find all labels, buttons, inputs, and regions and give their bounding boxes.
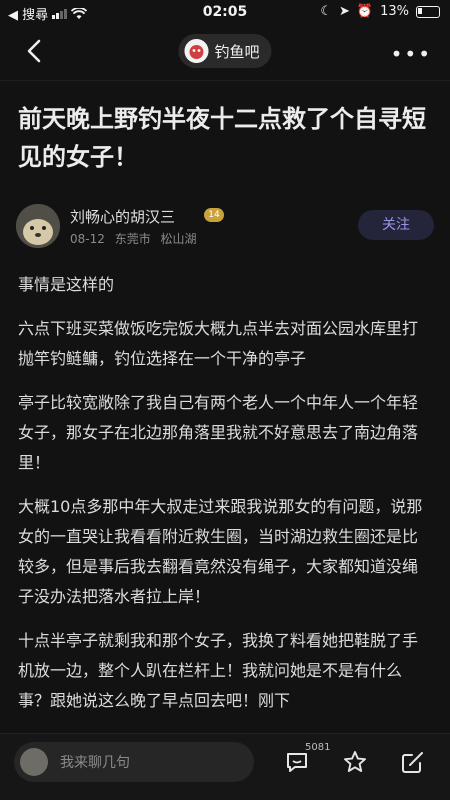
post-title: 前天晚上野钓半夜十二点救了个自寻短见的女子！	[18, 105, 426, 171]
location-arrow-icon: ➤	[339, 4, 350, 19]
paragraph: 十点半亭子就剩我和那个女子，我换了料看她把鞋脱了手机放一边，整个人趴在栏杆上！我…	[18, 631, 419, 710]
battery-percent: 13%	[380, 4, 409, 19]
battery-icon	[416, 5, 440, 18]
moon-icon: ☾	[320, 4, 332, 19]
paragraph: 亭子比较宽敞除了我自己有两个老人一个中年人一个年轻女子，那女子在北边那角落里我就…	[18, 393, 419, 472]
author-row: 刘畅心的胡汉三 14 08-12 东莞市 松山湖 关注	[16, 200, 436, 250]
paragraph: 事情是这样的	[18, 275, 115, 294]
forum-avatar	[184, 39, 209, 63]
level-badge: 14	[204, 208, 224, 222]
bottom-bar: 我来聊几句 5081	[0, 733, 450, 800]
author-name[interactable]: 刘畅心的胡汉三	[70, 206, 175, 227]
forum-name: 钓鱼吧	[214, 42, 260, 61]
star-icon[interactable]	[342, 749, 368, 775]
share-icon[interactable]	[400, 749, 426, 775]
reply-avatar	[20, 748, 48, 776]
reply-placeholder: 我来聊几句	[60, 755, 130, 771]
paragraph: 六点下班买菜做饭吃完饭大概九点半去对面公园水库里打抛竿钓鲢鳙，钓位选择在一个干净…	[18, 319, 419, 368]
author-avatar[interactable]	[16, 204, 60, 248]
reply-input[interactable]: 我来聊几句	[14, 742, 254, 782]
more-icon[interactable]: •••	[391, 42, 432, 66]
status-right: ☾ ➤ ⏰ 13%	[320, 4, 440, 19]
follow-button[interactable]: 关注	[358, 210, 434, 240]
back-icon[interactable]	[20, 36, 50, 66]
paragraph: 大概10点多那中年大叔走过来跟我说那女的有问题，说那女的一直哭让我看看附近救生圈…	[18, 497, 423, 606]
post-location: 东莞市 松山湖	[114, 232, 197, 246]
post-date: 08-12	[70, 232, 105, 246]
nav-divider	[0, 80, 450, 81]
forum-pill[interactable]: 钓鱼吧	[178, 34, 272, 68]
author-meta: 08-12 东莞市 松山湖	[70, 230, 197, 247]
alarm-icon: ⏰	[356, 4, 374, 19]
status-bar: ◀ 搜尋 02:05 ☾ ➤ ⏰ 13%	[0, 0, 450, 26]
comment-count: 5081	[305, 742, 331, 753]
nav-bar: 钓鱼吧 •••	[0, 28, 450, 76]
post-content: 事情是这样的 六点下班买菜做饭吃完饭大概九点半去对面公园水库里打抛竿钓鲢鳙，钓位…	[18, 270, 432, 720]
